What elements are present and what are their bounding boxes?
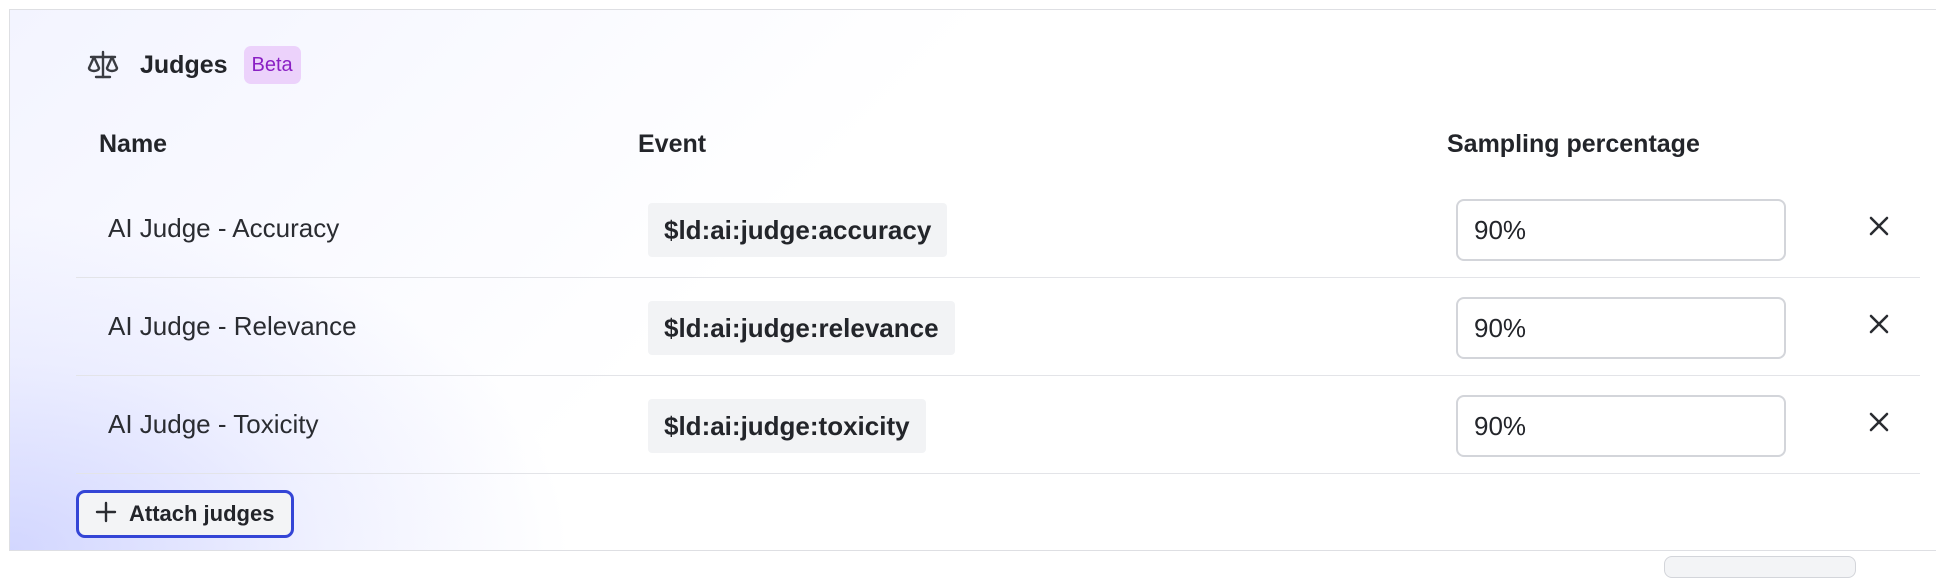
column-header-name: Name: [99, 130, 168, 158]
judge-name: AI Judge - Accuracy: [108, 212, 340, 243]
event-key: $ld:ai:judge:accuracy: [648, 203, 948, 257]
judges-panel: Judges Beta Name Event Sampling percenta…: [9, 9, 1936, 551]
remove-judge-button[interactable]: [1862, 407, 1896, 441]
attach-judges-label: Attach judges: [129, 501, 275, 526]
table-row: AI Judge - Toxicity $ld:ai:judge:toxicit…: [76, 375, 1920, 474]
scale-icon: [86, 48, 120, 82]
sampling-input[interactable]: [1456, 395, 1786, 457]
table-row: AI Judge - Accuracy $ld:ai:judge:accurac…: [76, 179, 1920, 278]
footer-button-edge[interactable]: [1664, 556, 1856, 578]
column-header-sampling: Sampling percentage: [1447, 130, 1700, 158]
column-header-event: Event: [638, 130, 707, 158]
close-icon: [1866, 409, 1892, 440]
attach-judges-button[interactable]: Attach judges: [76, 490, 294, 538]
table-row: AI Judge - Relevance $ld:ai:judge:releva…: [76, 277, 1920, 376]
sampling-input[interactable]: [1456, 297, 1786, 359]
section-title: Judges: [140, 50, 228, 79]
sampling-input[interactable]: [1456, 199, 1786, 261]
plus-icon: [95, 501, 117, 528]
section-header: Judges Beta: [86, 46, 301, 84]
event-key: $ld:ai:judge:relevance: [648, 301, 955, 355]
remove-judge-button[interactable]: [1862, 211, 1896, 245]
close-icon: [1866, 311, 1892, 342]
close-icon: [1866, 213, 1892, 244]
judge-name: AI Judge - Relevance: [108, 310, 357, 341]
judge-name: AI Judge - Toxicity: [108, 408, 319, 439]
remove-judge-button[interactable]: [1862, 309, 1896, 343]
event-key: $ld:ai:judge:toxicity: [648, 399, 926, 453]
beta-badge: Beta: [243, 46, 301, 84]
